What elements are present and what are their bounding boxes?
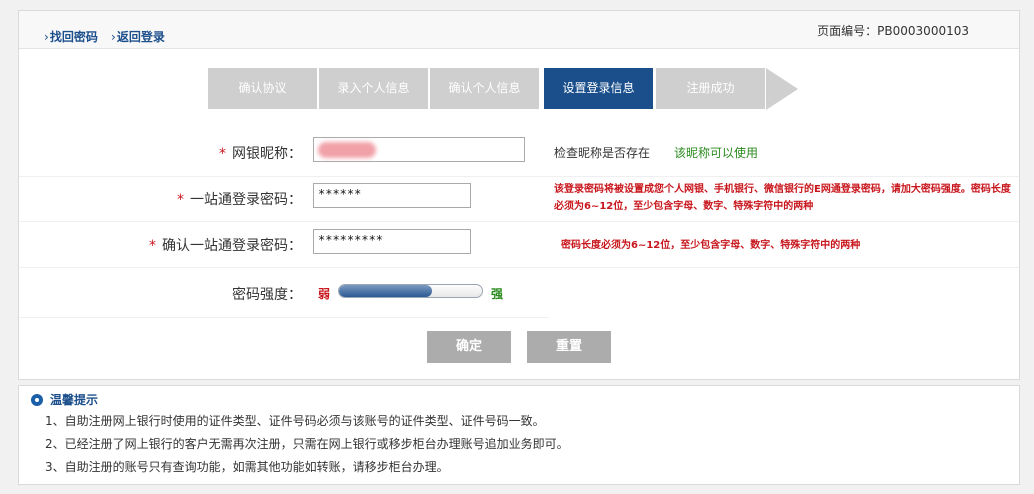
tips-panel: 温馨提示 1、自助注册网上银行时使用的证件类型、证件号码必须与该账号的证件类型、… [18,385,1020,485]
nickname-status: 该昵称可以使用 [674,146,759,160]
password-label-text: 一站通登录密码： [190,192,302,208]
required-mark: * [177,192,184,208]
back-login-label: 返回登录 [116,30,165,44]
chevron-right-icon: › [111,30,116,44]
divider [19,221,1019,222]
confirm-password-hint: 密码长度必须为6~12位，至少包含字母、数字、特殊字符中的两种 [561,240,861,251]
redacted-nickname [318,142,376,158]
confirm-password-input[interactable]: ********* [313,229,471,254]
step-enter-info: 录入个人信息 [319,68,428,109]
steps-arrow-icon [766,68,798,110]
password-input[interactable]: ****** [313,183,471,208]
strength-meter-fill [339,285,432,297]
divider [19,267,1019,268]
step-confirm-info: 确认个人信息 [430,68,539,109]
back-login-link[interactable]: ›返回登录 [111,28,165,45]
nickname-label-text: 网银昵称： [232,146,302,162]
nickname-input[interactable] [313,137,525,162]
step-set-login: 设置登录信息 [544,68,653,109]
step-success: 注册成功 [656,68,765,109]
reset-button[interactable]: 重置 [527,331,611,363]
chevron-right-icon: › [44,30,49,44]
divider [19,317,549,318]
confirm-password-label-text: 确认一站通登录密码： [162,238,302,254]
password-label: * 一站通登录密码： [99,189,302,209]
page-code: 页面编号：PB0003000103 [817,24,969,38]
check-nickname-link[interactable]: 检查昵称是否存在 [554,144,650,161]
tips-title-text: 温馨提示 [50,393,99,407]
nickname-label: * 网银昵称： [119,143,302,163]
password-hint: 该登录密码将被设置成您个人网银、手机银行、微信银行的E网通登录密码，请加大密码强… [554,181,1014,215]
divider [19,176,1019,177]
panel-header: ›找回密码 ›返回登录 页面编号：PB0003000103 [19,11,1019,49]
password-strength-meter [338,284,483,298]
tip-item: 1、自助注册网上银行时使用的证件类型、证件号码必须与该账号的证件类型、证件号码一… [45,414,545,428]
find-password-label: 找回密码 [49,30,98,44]
password-hint-text: 该登录密码将被设置成您个人网银、手机银行、微信银行的E网通登录密码，请加大密码强… [554,184,1011,212]
progress-steps: 确认协议 录入个人信息 确认个人信息 设置登录信息 注册成功 [208,68,808,110]
registration-panel: ›找回密码 ›返回登录 页面编号：PB0003000103 确认协议 录入个人信… [18,10,1020,380]
confirm-password-label: * 确认一站通登录密码： [79,235,302,255]
find-password-link[interactable]: ›找回密码 [44,28,98,45]
step-confirm-agreement: 确认协议 [208,68,317,109]
required-mark: * [149,238,156,254]
confirm-button[interactable]: 确定 [427,331,511,363]
strength-weak-label: 弱 [318,287,331,301]
tip-item: 2、已经注册了网上银行的客户无需再次注册，只需在网上银行或移步柜台办理账号追加业… [45,437,569,451]
tip-item: 3、自助注册的账号只有查询功能，如需其他功能如转账，请移步柜台办理。 [45,460,449,474]
strength-strong-label: 强 [491,287,504,301]
tips-title: 温馨提示 [31,391,98,408]
strength-label: 密码强度： [232,287,302,303]
info-bullet-icon [31,394,43,406]
required-mark: * [219,146,226,162]
